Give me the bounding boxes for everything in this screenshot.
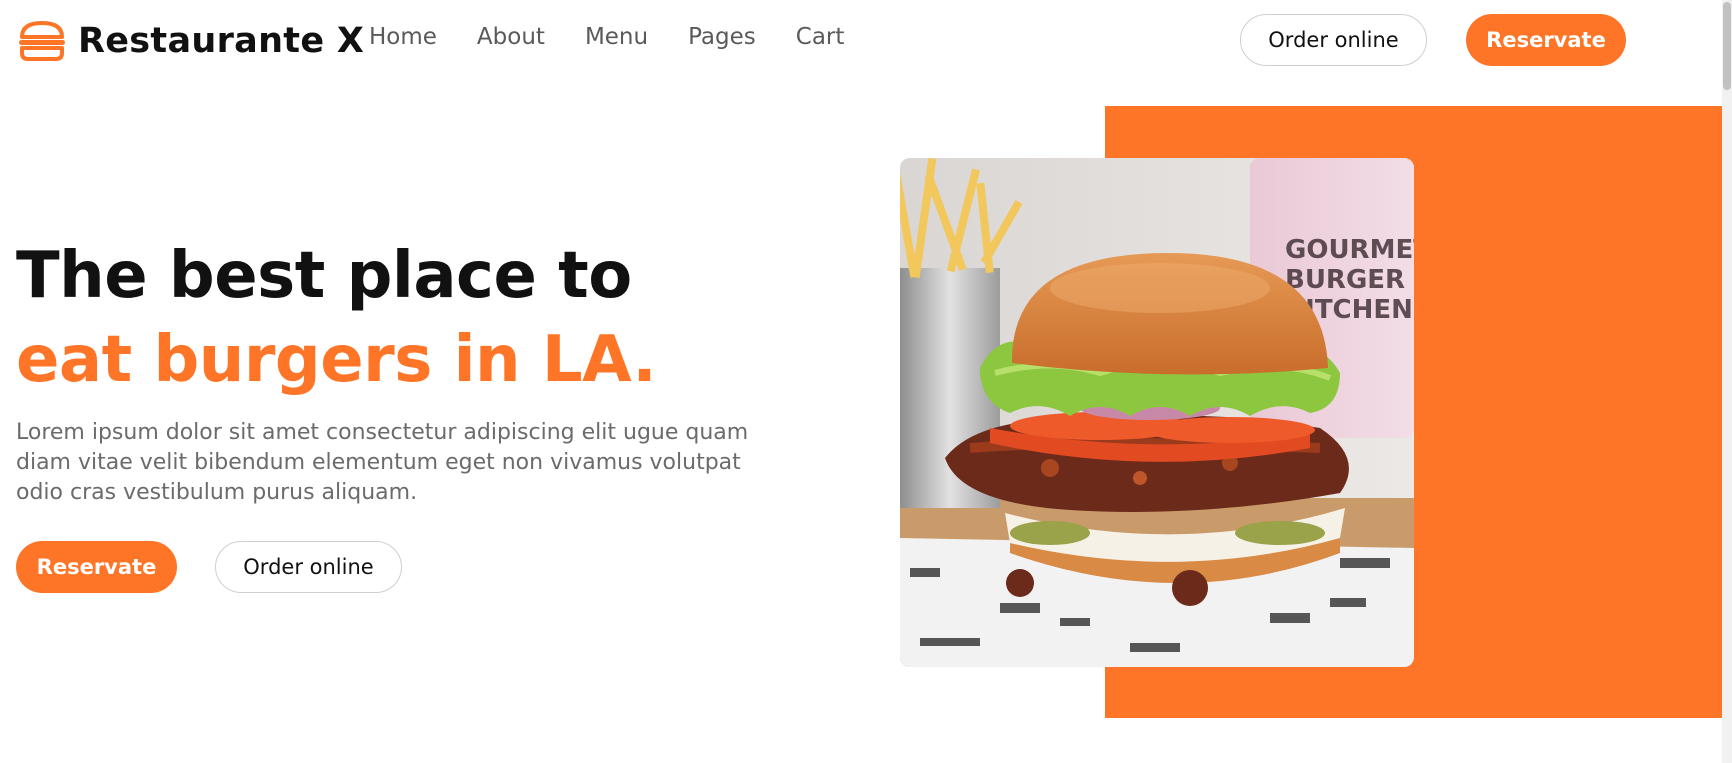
- nav-cart[interactable]: Cart: [796, 24, 845, 50]
- hero-title-line2: eat burgers in LA.: [16, 323, 657, 397]
- burger-photo: GOURMET BURGER KITCHEN: [900, 158, 1414, 667]
- scrollbar-thumb[interactable]: [1723, 2, 1731, 90]
- burger-illustration: GOURMET BURGER KITCHEN: [900, 158, 1414, 667]
- svg-text:BURGER: BURGER: [1285, 265, 1405, 295]
- header-reservate-button[interactable]: Reservate: [1466, 14, 1626, 66]
- page-scrollbar[interactable]: [1722, 0, 1732, 763]
- hero-reservate-button[interactable]: Reservate: [16, 541, 177, 593]
- brand-name: Restaurante X: [78, 21, 365, 61]
- burger-icon: [19, 21, 65, 61]
- nav-pages[interactable]: Pages: [688, 24, 756, 50]
- site-header: Restaurante X Home About Menu Pages Cart…: [0, 0, 1722, 82]
- nav-about[interactable]: About: [477, 24, 545, 50]
- hero-order-online-button[interactable]: Order online: [215, 541, 402, 593]
- header-order-online-button[interactable]: Order online: [1240, 14, 1427, 66]
- brand-logo[interactable]: Restaurante X: [16, 20, 364, 62]
- hero-description: Lorem ipsum dolor sit amet consectetur a…: [16, 420, 749, 505]
- cup-print-text: GOURMET: [1285, 235, 1414, 265]
- main-nav: Home About Menu Pages Cart: [369, 24, 884, 50]
- hero-title: The best place to eat burgers in LA.: [16, 234, 657, 402]
- hero-title-line1: The best place to: [16, 239, 632, 313]
- nav-menu[interactable]: Menu: [585, 24, 648, 50]
- nav-home[interactable]: Home: [369, 24, 437, 50]
